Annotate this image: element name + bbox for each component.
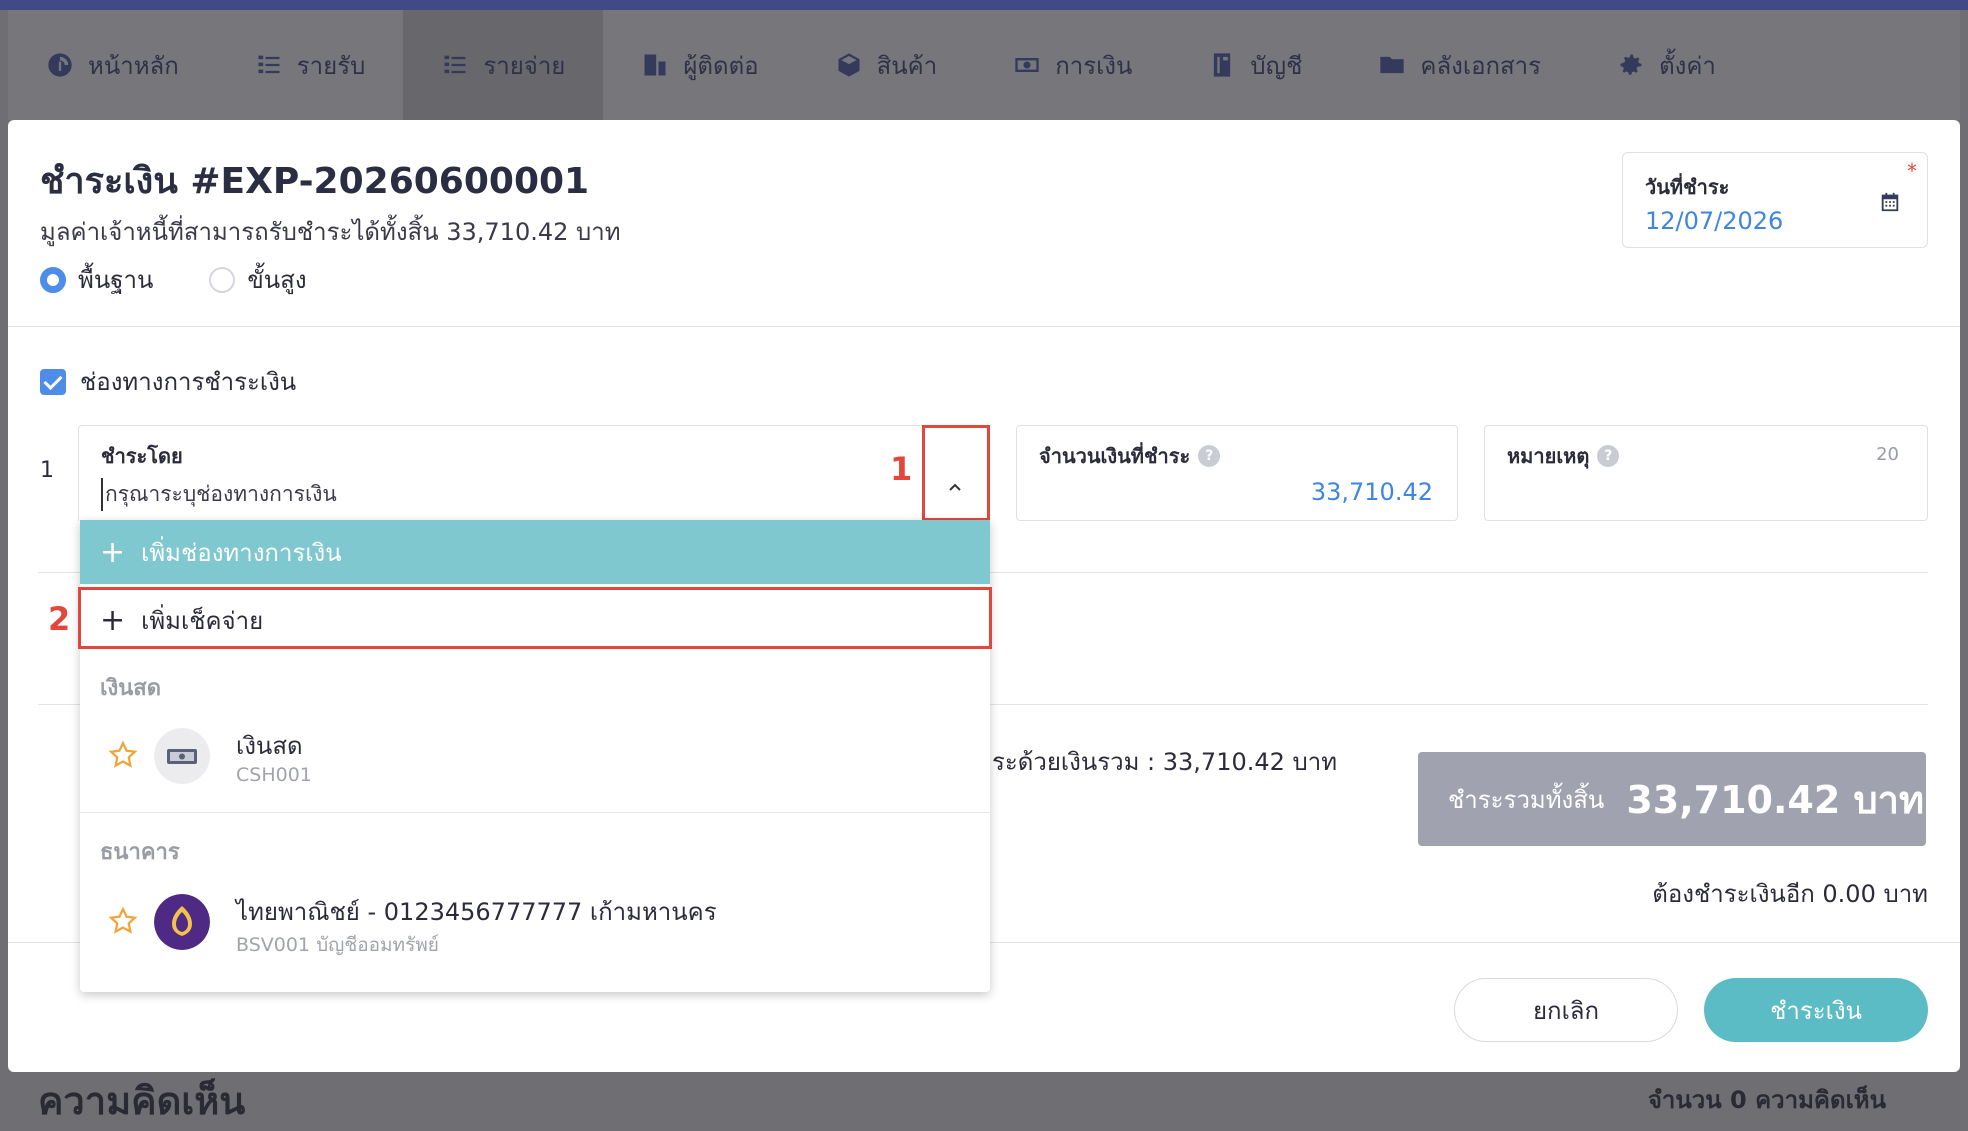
nav-label: รายจ่าย (483, 51, 566, 80)
nav-item-products[interactable]: สินค้า (797, 10, 976, 120)
radio-dot (209, 266, 236, 293)
box-icon (838, 53, 860, 77)
annotation-number-1: 1 (890, 450, 913, 488)
note-label: หมายเหตุ? (1507, 440, 1620, 472)
bank-logo-icon (154, 894, 210, 950)
pay-button[interactable]: ชำระเงิน (1704, 978, 1928, 1042)
add-check-highlight (78, 587, 992, 649)
group-header-cash: เงินสด (100, 676, 162, 701)
gear-icon (1620, 54, 1642, 75)
folder-icon (1380, 56, 1405, 74)
header-divider (8, 326, 1960, 327)
total-label: ชำระรวมทั้งสิ้น (1448, 785, 1605, 814)
nav-item-accounting[interactable]: บัญชี (1170, 10, 1340, 120)
payment-date-field[interactable]: วันที่ชำระ * 12/07/2026 (1622, 152, 1928, 248)
nav-label: ผู้ติดต่อ (683, 51, 759, 80)
cash-code: CSH001 (236, 764, 312, 786)
payment-channel-checkbox[interactable] (40, 368, 66, 395)
note-char-counter: 20 (1876, 444, 1899, 465)
nav-label: การเงิน (1055, 51, 1133, 80)
cash-name: เงินสด (236, 732, 303, 760)
grand-total-box: ชำระรวมทั้งสิ้น 33,710.42 บาท (1418, 752, 1926, 846)
nav-item-expense[interactable]: รายจ่าย (403, 10, 604, 120)
dropdown-toggle-highlight[interactable] (922, 425, 990, 521)
mode-advanced-radio[interactable]: ขั้นสูง (209, 260, 307, 299)
payment-modal: ชำระเงิน #EXP-20260600001 มูลค่าเจ้าหนี้… (8, 120, 1960, 1072)
amount-label-text: จำนวนเงินที่ชำระ (1039, 444, 1191, 468)
date-label: วันที่ชำระ (1645, 175, 1730, 199)
main-navbar: หน้าหลัก รายรับ รายจ่าย ผู้ติดต่อ สินค้า… (8, 10, 1960, 120)
radio-dot (40, 266, 66, 293)
date-value: 12/07/2026 (1645, 207, 1784, 235)
payment-amount-field[interactable]: จำนวนเงินที่ชำระ? 33,710.42 (1016, 425, 1458, 521)
pay-by-label: ชำระโดย (101, 444, 183, 468)
radio-label: ขั้นสูง (247, 266, 307, 294)
pay-by-select[interactable]: ชำระโดย กรุณาระบุช่องทางการเงิน (78, 425, 990, 521)
plus-icon: + (100, 534, 126, 570)
expense-list-icon (444, 55, 466, 74)
cash-option[interactable]: เงินสด CSH001 (80, 708, 990, 808)
bank-option[interactable]: ไทยพาณิชย์ - 0123456777777 เก้ามหานคร BS… (80, 874, 990, 974)
ledger-icon (1214, 53, 1231, 77)
nav-item-income[interactable]: รายรับ (217, 10, 404, 120)
income-list-icon (258, 55, 280, 74)
money-icon (1015, 58, 1039, 72)
group-divider (80, 812, 990, 813)
chevron-up-icon[interactable] (948, 480, 962, 494)
nav-item-documents[interactable]: คลังเอกสาร (1340, 10, 1579, 120)
group-header-bank: ธนาคาร (100, 840, 180, 865)
nav-label: คลังเอกสาร (1420, 51, 1542, 80)
checkbox-label: ช่องทางการชำระเงิน (80, 368, 297, 396)
nav-item-settings[interactable]: ตั้งค่า (1579, 10, 1754, 120)
nav-label: รายรับ (296, 51, 366, 80)
partial-total-text: ระด้วยเงินรวม : 33,710.42 บาท (992, 748, 1338, 776)
radio-label: พื้นฐาน (78, 266, 154, 294)
top-accent-strip (0, 0, 1968, 10)
modal-title: ชำระเงิน #EXP-20260600001 (40, 161, 590, 202)
star-icon[interactable] (108, 740, 138, 770)
dashboard-icon (48, 53, 72, 77)
required-mark: * (1907, 159, 1917, 183)
row-number: 1 (40, 458, 54, 483)
modal-subtitle: มูลค่าเจ้าหนี้ที่สามารถรับชำระได้ทั้งสิ้… (40, 218, 621, 246)
mode-radio-group: พื้นฐาน ขั้นสูง (40, 260, 307, 299)
nav-item-dashboard[interactable]: หน้าหลัก (8, 10, 217, 120)
nav-label: สินค้า (876, 51, 938, 80)
comments-count: จำนวน 0 ความคิดเห็น (1647, 1086, 1886, 1114)
nav-label: บัญชี (1250, 51, 1303, 80)
annotation-number-2: 2 (48, 600, 71, 638)
star-icon[interactable] (108, 906, 138, 936)
comments-title: ความคิดเห็น (38, 1079, 246, 1123)
remaining-amount: ต้องชำระเงินอีก 0.00 บาท (1652, 880, 1928, 908)
amount-label: จำนวนเงินที่ชำระ? (1039, 440, 1221, 472)
help-icon[interactable]: ? (1198, 445, 1221, 467)
bank-code: BSV001 บัญชีออมทรัพย์ (236, 934, 439, 956)
cancel-button[interactable]: ยกเลิก (1454, 978, 1678, 1042)
nav-label: หน้าหลัก (88, 51, 179, 80)
add-payment-channel-option[interactable]: + เพิ่มช่องทางการเงิน (80, 520, 990, 584)
help-icon[interactable]: ? (1597, 445, 1620, 467)
note-field[interactable]: หมายเหตุ? 20 (1484, 425, 1928, 521)
nav-label: ตั้งค่า (1659, 51, 1716, 80)
total-value: 33,710.42 บาท (1626, 777, 1925, 822)
nav-item-contacts[interactable]: ผู้ติดต่อ (603, 10, 796, 120)
nav-item-finance[interactable]: การเงิน (975, 10, 1170, 120)
calendar-icon[interactable] (1879, 191, 1901, 213)
option-label: เพิ่มช่องทางการเงิน (141, 538, 342, 567)
contacts-icon (644, 54, 666, 76)
bank-name: ไทยพาณิชย์ - 0123456777777 เก้ามหานคร (236, 898, 717, 926)
payment-channel-checkbox-row[interactable]: ช่องทางการชำระเงิน (40, 362, 296, 401)
amount-value: 33,710.42 (1310, 478, 1433, 506)
cash-avatar-icon (154, 728, 210, 784)
note-label-text: หมายเหตุ (1507, 444, 1590, 468)
pay-by-input[interactable]: กรุณาระบุช่องทางการเงิน (101, 478, 337, 511)
mode-basic-radio[interactable]: พื้นฐาน (40, 260, 153, 299)
